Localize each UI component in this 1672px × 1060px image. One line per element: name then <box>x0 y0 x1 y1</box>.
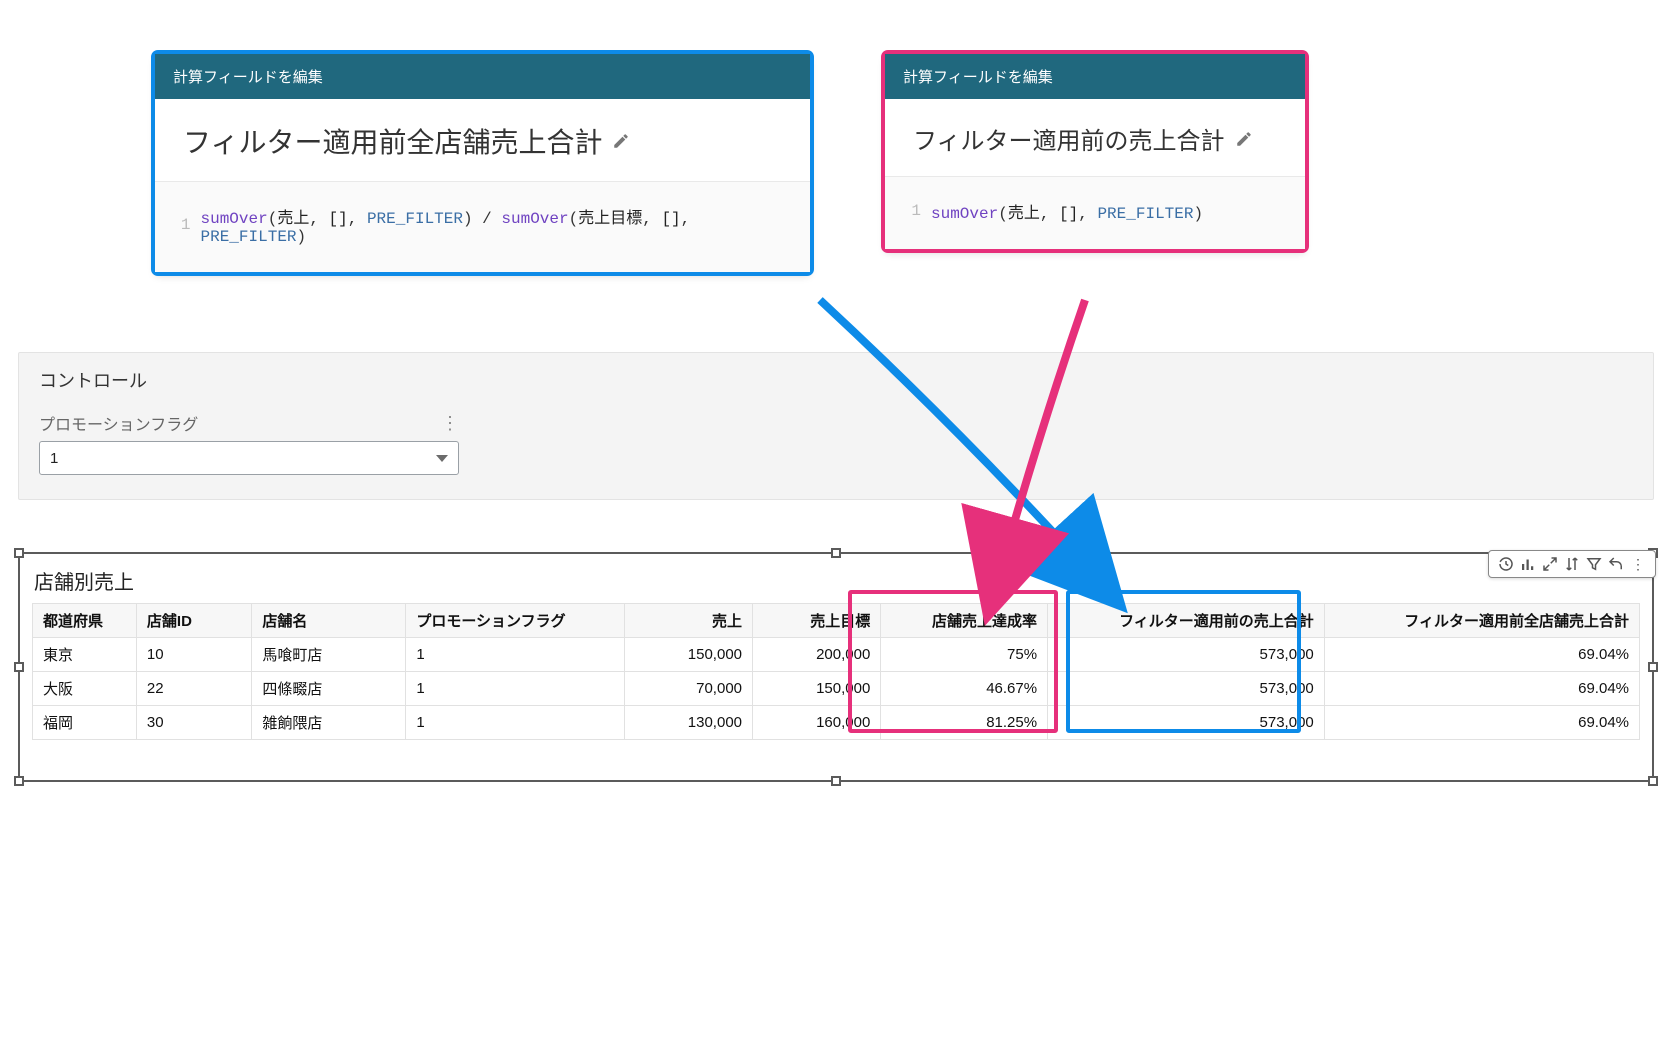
calc-field-editor-right: 計算フィールドを編集 フィルター適用前の売上合計 1 sumOver(売上, [… <box>885 54 1305 249</box>
cell-pref: 大阪 <box>33 672 137 706</box>
col-pre-sum[interactable]: フィルター適用前の売上合計 <box>1048 604 1325 638</box>
edit-icon[interactable] <box>612 132 630 150</box>
filter-label: プロモーションフラグ <box>39 411 198 435</box>
col-sales[interactable]: 売上 <box>624 604 752 638</box>
cell-target: 160,000 <box>753 706 881 740</box>
sort-icon[interactable] <box>1563 555 1581 573</box>
table-header-row: 都道府県 店舗ID 店舗名 プロモーションフラグ 売上 売上目標 店舗売上達成率… <box>33 604 1640 638</box>
controls-panel: コントロール プロモーションフラグ ⋮ 1 <box>18 352 1654 500</box>
cell-promo: 1 <box>406 672 624 706</box>
calc-field-editor-left: 計算フィールドを編集 フィルター適用前全店舗売上合計 1 sumOver(売上,… <box>155 54 810 272</box>
visual-title: 店舗別売上 <box>20 554 1652 603</box>
filter-menu-icon[interactable]: ⋮ <box>441 414 459 432</box>
resize-handle[interactable] <box>831 776 841 786</box>
table-row[interactable]: 福岡30雑餉隈店1130,000160,00081.25%573,00069.0… <box>33 706 1640 740</box>
cell-sales: 130,000 <box>624 706 752 740</box>
formula-editor[interactable]: 1 sumOver(売上, [], PRE_FILTER) <box>885 177 1305 249</box>
col-achieve[interactable]: 店舗売上達成率 <box>881 604 1048 638</box>
line-number: 1 <box>907 202 921 220</box>
cell-store-id: 30 <box>136 706 251 740</box>
cell-pre-sum: 573,000 <box>1048 706 1325 740</box>
data-table: 都道府県 店舗ID 店舗名 プロモーションフラグ 売上 売上目標 店舗売上達成率… <box>32 603 1640 740</box>
line-number: 1 <box>177 216 191 234</box>
cell-pre-sum: 573,000 <box>1048 672 1325 706</box>
calc-field-title[interactable]: フィルター適用前の売上合計 <box>913 121 1225 156</box>
col-store-name[interactable]: 店舗名 <box>252 604 406 638</box>
cell-store-id: 10 <box>136 638 251 672</box>
cell-promo: 1 <box>406 638 624 672</box>
select-value: 1 <box>50 450 58 467</box>
cell-pre-all: 69.04% <box>1324 672 1639 706</box>
undo-icon[interactable] <box>1607 555 1625 573</box>
table-row[interactable]: 大阪22四條畷店170,000150,00046.67%573,00069.04… <box>33 672 1640 706</box>
cell-pre-all: 69.04% <box>1324 706 1639 740</box>
cell-pre-sum: 573,000 <box>1048 638 1325 672</box>
calc-field-title[interactable]: フィルター適用前全店舗売上合計 <box>183 121 602 161</box>
edit-icon[interactable] <box>1235 130 1253 148</box>
resize-handle[interactable] <box>1648 662 1658 672</box>
resize-handle[interactable] <box>14 662 24 672</box>
calc-editor-header: 計算フィールドを編集 <box>885 54 1305 99</box>
col-target[interactable]: 売上目標 <box>753 604 881 638</box>
cell-sales: 150,000 <box>624 638 752 672</box>
expand-icon[interactable] <box>1541 555 1559 573</box>
table-row[interactable]: 東京10馬喰町店1150,000200,00075%573,00069.04% <box>33 638 1640 672</box>
cell-pref: 東京 <box>33 638 137 672</box>
cell-achieve: 81.25% <box>881 706 1048 740</box>
caret-down-icon <box>436 455 448 462</box>
visual-toolbar: ⋮ <box>1488 550 1656 578</box>
cell-target: 200,000 <box>753 638 881 672</box>
visual-panel[interactable]: ⋮ 店舗別売上 都道府県 店舗ID 店舗名 プロモーションフラグ 売上 売上目標… <box>18 552 1654 782</box>
col-store-id[interactable]: 店舗ID <box>136 604 251 638</box>
resize-handle[interactable] <box>1648 776 1658 786</box>
bar-chart-icon[interactable] <box>1519 555 1537 573</box>
more-icon[interactable]: ⋮ <box>1629 555 1647 573</box>
cell-pref: 福岡 <box>33 706 137 740</box>
promotion-flag-select[interactable]: 1 <box>39 441 459 475</box>
col-promo[interactable]: プロモーションフラグ <box>406 604 624 638</box>
cell-sales: 70,000 <box>624 672 752 706</box>
cell-achieve: 46.67% <box>881 672 1048 706</box>
cell-achieve: 75% <box>881 638 1048 672</box>
cell-store-name: 四條畷店 <box>252 672 406 706</box>
resize-handle[interactable] <box>14 548 24 558</box>
col-pref[interactable]: 都道府県 <box>33 604 137 638</box>
cell-target: 150,000 <box>753 672 881 706</box>
cell-store-name: 雑餉隈店 <box>252 706 406 740</box>
cell-pre-all: 69.04% <box>1324 638 1639 672</box>
col-pre-all[interactable]: フィルター適用前全店舗売上合計 <box>1324 604 1639 638</box>
history-icon[interactable] <box>1497 555 1515 573</box>
formula-editor[interactable]: 1 sumOver(売上, [], PRE_FILTER) / sumOver(… <box>155 182 810 272</box>
calc-editor-header: 計算フィールドを編集 <box>155 54 810 99</box>
resize-handle[interactable] <box>14 776 24 786</box>
cell-store-name: 馬喰町店 <box>252 638 406 672</box>
filter-icon[interactable] <box>1585 555 1603 573</box>
cell-store-id: 22 <box>136 672 251 706</box>
cell-promo: 1 <box>406 706 624 740</box>
resize-handle[interactable] <box>831 548 841 558</box>
controls-heading: コントロール <box>39 367 1633 393</box>
